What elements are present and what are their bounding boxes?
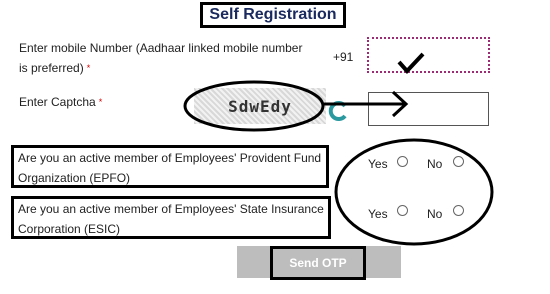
captcha-label: Enter Captcha * (19, 92, 102, 112)
esic-no-radio[interactable] (453, 205, 464, 216)
mobile-label-line1: Enter mobile Number (Aadhaar linked mobi… (19, 41, 303, 55)
epfo-question-line2: Organization (EPFO) (18, 171, 131, 185)
page-title: Self Registration (200, 2, 346, 28)
captcha-label-text: Enter Captcha (19, 95, 96, 109)
epfo-no-label: No (427, 157, 443, 171)
captcha-image-text: SdwEdy (228, 96, 292, 116)
mobile-required-mark: * (86, 63, 91, 73)
mobile-label: Enter mobile Number (Aadhaar linked mobi… (19, 38, 302, 78)
refresh-icon[interactable] (328, 100, 350, 122)
esic-yes-radio[interactable] (397, 205, 408, 216)
esic-no-label: No (427, 207, 443, 221)
send-otp-label: Send OTP (289, 256, 347, 270)
mobile-number-input[interactable] (367, 37, 490, 73)
esic-yes-label: Yes (368, 207, 388, 221)
epfo-yes-radio[interactable] (397, 156, 408, 167)
epfo-question-line1: Are you an active member of Employees' P… (18, 151, 322, 165)
captcha-image: SdwEdy (194, 88, 326, 124)
send-otp-button[interactable]: Send OTP (270, 246, 366, 280)
options-circle-annotation (334, 138, 494, 246)
mobile-label-line2: is preferred) (19, 61, 84, 75)
esic-question-line1: Are you an active member of Employees' S… (18, 202, 324, 216)
esic-question-line2: Corporation (ESIC) (18, 222, 121, 236)
captcha-input[interactable] (368, 92, 489, 126)
epfo-no-radio[interactable] (453, 156, 464, 167)
epfo-question: Are you an active member of Employees' P… (11, 145, 329, 188)
captcha-required-mark: * (98, 97, 103, 107)
epfo-yes-label: Yes (368, 157, 388, 171)
country-code-prefix: +91 (333, 50, 354, 64)
page-title-text: Self Registration (209, 6, 337, 23)
esic-question: Are you an active member of Employees' S… (11, 196, 331, 239)
